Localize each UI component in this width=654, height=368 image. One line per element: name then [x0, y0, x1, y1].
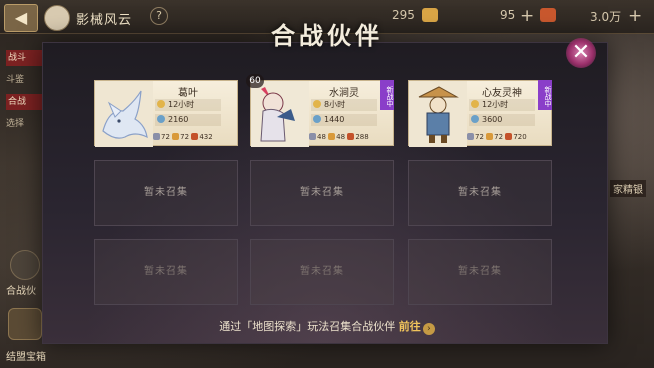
- resource-row: 72 72 720: [467, 131, 551, 143]
- partner-card[interactable]: 水涧灵 8小时 1440 48 48 288 新战中: [250, 80, 394, 147]
- partner-name: 水涧灵: [329, 88, 359, 99]
- power-icon: [157, 115, 165, 123]
- fox-portrait-icon: [95, 81, 153, 147]
- close-button[interactable]: ✕: [566, 38, 596, 68]
- res-value: 432: [199, 133, 213, 141]
- jade-icon: [467, 133, 474, 140]
- footer-hint: 通过「地图探索」玩法召集合战伙伴 前往 ›: [0, 318, 654, 335]
- gold-icon: [328, 133, 336, 140]
- partner-name: 葛叶: [178, 88, 198, 99]
- res-value: 720: [513, 133, 527, 141]
- empty-slot[interactable]: 暂未召集: [94, 160, 238, 226]
- clock-icon: [157, 100, 165, 108]
- scarecrow-portrait-icon: [409, 81, 467, 147]
- empty-slot[interactable]: 暂未召集: [94, 239, 238, 305]
- duration-stat: 12小时: [469, 99, 535, 111]
- level-badge: 60: [246, 74, 264, 88]
- power-icon: [313, 115, 321, 123]
- food-icon: [505, 133, 513, 140]
- duration-stat: 8小时: [311, 99, 377, 111]
- duration-value: 12小时: [168, 100, 195, 109]
- left-menu: 战斗 斗鉴 合战 选择: [6, 50, 42, 138]
- side-tag[interactable]: 家精银: [610, 180, 646, 197]
- new-badge: 新战中: [538, 80, 552, 110]
- resource-row: 48 48 288: [309, 131, 393, 143]
- duration-value: 12小时: [482, 100, 509, 109]
- left-menu-item[interactable]: 合战: [6, 94, 42, 110]
- power-icon: [471, 115, 479, 123]
- modal-title: 合战伙伴: [271, 21, 383, 50]
- res-value: 72: [161, 133, 170, 141]
- res-value: 288: [355, 133, 369, 141]
- jade-icon: [309, 133, 316, 140]
- partner-name: 心友灵神: [482, 88, 522, 99]
- spirit-portrait-icon: [251, 81, 309, 147]
- empty-slot[interactable]: 暂未召集: [250, 160, 394, 226]
- res-value: 72: [475, 133, 484, 141]
- treasure-chest-label: 结盟宝箱: [6, 352, 46, 363]
- res-value: 48: [336, 133, 346, 141]
- partner-label: 合战伙: [6, 286, 36, 297]
- resource-row: 72 72 432: [153, 131, 237, 143]
- left-menu-item[interactable]: 选择: [6, 116, 42, 132]
- go-arrow-icon[interactable]: ›: [422, 323, 435, 335]
- food-icon: [347, 133, 355, 140]
- res-value: 72: [180, 133, 190, 141]
- partner-card[interactable]: 心友灵神 12小时 3600 72 72 720 新战中: [408, 80, 552, 147]
- empty-slot[interactable]: 暂未召集: [250, 239, 394, 305]
- go-link[interactable]: 前往: [399, 320, 421, 333]
- partner-icon[interactable]: [10, 250, 40, 280]
- power-stat: 3600: [469, 114, 535, 126]
- power-stat: 1440: [311, 114, 377, 126]
- duration-stat: 12小时: [155, 99, 221, 111]
- empty-slot[interactable]: 暂未召集: [408, 239, 552, 305]
- jade-icon: [153, 133, 160, 140]
- gold-icon: [172, 133, 180, 140]
- res-value: 48: [317, 133, 326, 141]
- left-menu-item[interactable]: 斗鉴: [6, 72, 42, 88]
- power-value: 3600: [482, 115, 503, 124]
- food-icon: [191, 133, 199, 140]
- power-value: 2160: [168, 115, 189, 124]
- power-value: 1440: [324, 115, 345, 124]
- duration-value: 8小时: [324, 100, 346, 109]
- clock-icon: [313, 100, 321, 108]
- res-value: 72: [494, 133, 504, 141]
- footer-text: 通过「地图探索」玩法召集合战伙伴: [219, 320, 396, 333]
- power-stat: 2160: [155, 114, 221, 126]
- partner-card[interactable]: 葛叶 12小时 2160 72 72 432: [94, 80, 238, 147]
- left-menu-item[interactable]: 战斗: [6, 50, 42, 66]
- gold-icon: [486, 133, 494, 140]
- clock-icon: [471, 100, 479, 108]
- empty-slot[interactable]: 暂未召集: [408, 160, 552, 226]
- new-badge: 新战中: [380, 80, 394, 110]
